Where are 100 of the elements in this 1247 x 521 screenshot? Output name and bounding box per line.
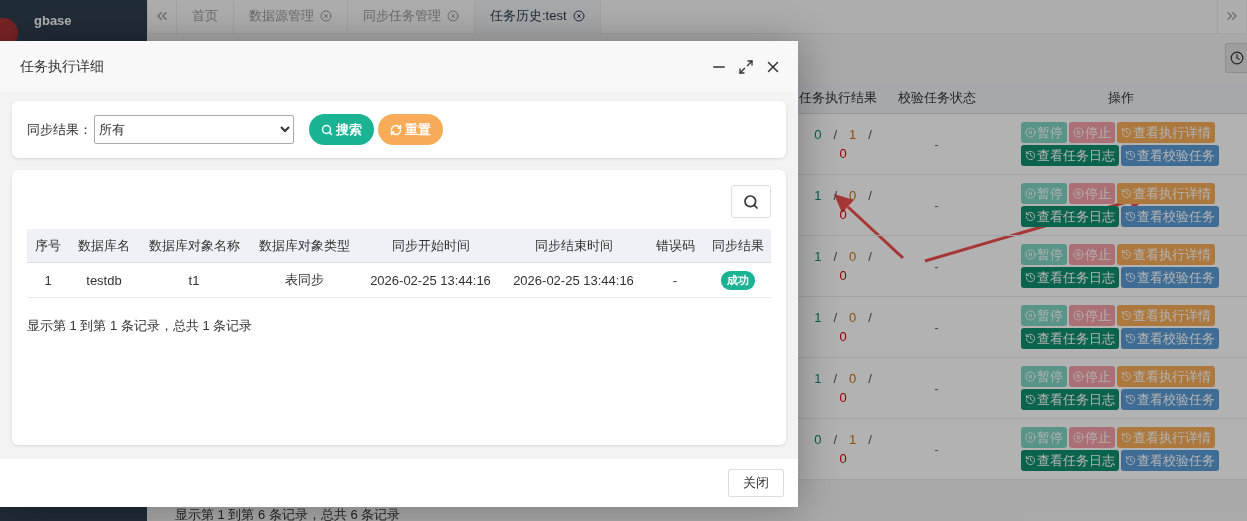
separator: / [868, 188, 872, 203]
result-count: 0 [814, 432, 822, 447]
refresh-icon [390, 123, 402, 136]
status-badge: 成功 [721, 270, 755, 290]
table-cell-text: 2026-02-25 13:44:16 [512, 272, 635, 288]
history-icon [1125, 150, 1136, 161]
detail-button[interactable]: 查看执行详情 [1117, 244, 1215, 265]
history-icon [1025, 333, 1036, 344]
log-button[interactable]: 查看任务日志 [1021, 450, 1119, 471]
history-icon [1125, 455, 1136, 466]
history-icon [1121, 188, 1132, 199]
separator: / [833, 188, 837, 203]
detail-button[interactable]: 查看执行详情 [1117, 305, 1215, 326]
result-count: 1 [849, 432, 857, 447]
toolbar-button[interactable] [1225, 42, 1247, 73]
result-count: 0 [849, 188, 857, 203]
user-name: gbase [34, 13, 72, 28]
history-icon [1125, 211, 1136, 222]
log-button[interactable]: 查看任务日志 [1021, 267, 1119, 288]
close-icon[interactable] [572, 10, 585, 23]
table-cell-text: testdb [85, 272, 123, 288]
log-button[interactable]: 查看任务日志 [1021, 328, 1119, 349]
result-count: 1 [849, 127, 857, 142]
clock-icon [1230, 50, 1244, 65]
result-count: 0 [839, 390, 847, 405]
result-select[interactable]: 所有 [94, 115, 294, 144]
separator: / [868, 249, 872, 264]
result-count: 0 [814, 127, 822, 142]
result-count: 1 [814, 188, 822, 203]
close-button[interactable]: 关闭 [728, 469, 784, 497]
verify-button[interactable]: 查看校验任务 [1121, 145, 1219, 166]
history-icon [1121, 249, 1132, 260]
table-cell-text: 2026-02-25 13:44:16 [369, 272, 492, 288]
detail-button[interactable]: 查看执行详情 [1117, 366, 1215, 387]
tab[interactable]: 数据源管理 [234, 0, 348, 33]
result-count: 0 [849, 249, 857, 264]
history-icon [1125, 333, 1136, 344]
separator: / [833, 371, 837, 386]
maximize-icon[interactable] [738, 58, 754, 75]
table-cell-text: t1 [187, 272, 201, 288]
history-icon [1025, 150, 1036, 161]
tab[interactable]: 任务历史:test [475, 0, 601, 33]
verify-button[interactable]: 查看校验任务 [1121, 389, 1219, 410]
log-button[interactable]: 查看任务日志 [1021, 389, 1119, 410]
history-icon [1121, 127, 1132, 138]
search-icon [321, 123, 333, 136]
column-header: 任务执行结果 [798, 88, 878, 107]
separator: / [868, 310, 872, 325]
search-icon [743, 193, 759, 210]
result-count: 0 [839, 268, 847, 283]
history-icon [1025, 455, 1036, 466]
column-header: 同步结束时间 [533, 236, 614, 255]
separator: / [868, 127, 872, 142]
verify-status: - [933, 136, 940, 152]
result-count: 0 [839, 451, 847, 466]
table-cell-text: - [671, 272, 679, 288]
separator: / [868, 432, 872, 447]
verify-button[interactable]: 查看校验任务 [1121, 206, 1219, 227]
column-header: 数据库对象类型 [257, 236, 351, 255]
pagination-info: 显示第 1 到第 1 条记录，总共 1 条记录 [27, 317, 254, 335]
history-icon [1121, 310, 1132, 321]
history-icon [1121, 432, 1132, 443]
log-button[interactable]: 查看任务日志 [1021, 145, 1119, 166]
verify-status: - [933, 319, 940, 335]
history-icon [1125, 394, 1136, 405]
reset-button[interactable]: 重置 [378, 114, 443, 145]
column-header: 操作 [1107, 88, 1135, 107]
detail-button[interactable]: 查看执行详情 [1117, 122, 1215, 143]
tab[interactable]: 首页 [177, 0, 234, 33]
verify-status: - [933, 258, 940, 274]
column-header: 校验任务状态 [896, 88, 977, 107]
search-button[interactable]: 搜索 [309, 114, 374, 145]
result-count: 0 [839, 146, 847, 161]
result-count: 0 [849, 371, 857, 386]
result-count: 1 [814, 310, 822, 325]
history-icon [1125, 272, 1136, 283]
separator: / [833, 249, 837, 264]
column-header: 错误码 [654, 236, 696, 255]
result-count: 1 [814, 371, 822, 386]
column-header: 数据库对象名称 [147, 236, 241, 255]
separator: / [833, 127, 837, 142]
result-count: 0 [839, 207, 847, 222]
log-button[interactable]: 查看任务日志 [1021, 206, 1119, 227]
verify-status: - [933, 197, 940, 213]
history-icon [1025, 394, 1036, 405]
result-count: 1 [814, 249, 822, 264]
search-button[interactable] [731, 185, 771, 218]
dialog-title: 任务执行详细 [20, 57, 104, 76]
column-header: 数据库名 [77, 236, 131, 255]
verify-button[interactable]: 查看校验任务 [1121, 328, 1219, 349]
separator: / [868, 371, 872, 386]
history-icon [1025, 211, 1036, 222]
table-cell-text: 表同步 [283, 271, 325, 289]
detail-button[interactable]: 查看执行详情 [1117, 183, 1215, 204]
column-header: 同步结果 [711, 236, 765, 255]
verify-button[interactable]: 查看校验任务 [1121, 450, 1219, 471]
column-header: 同步开始时间 [390, 236, 471, 255]
detail-button[interactable]: 查看执行详情 [1117, 427, 1215, 448]
verify-status: - [933, 441, 940, 457]
verify-button[interactable]: 查看校验任务 [1121, 267, 1219, 288]
